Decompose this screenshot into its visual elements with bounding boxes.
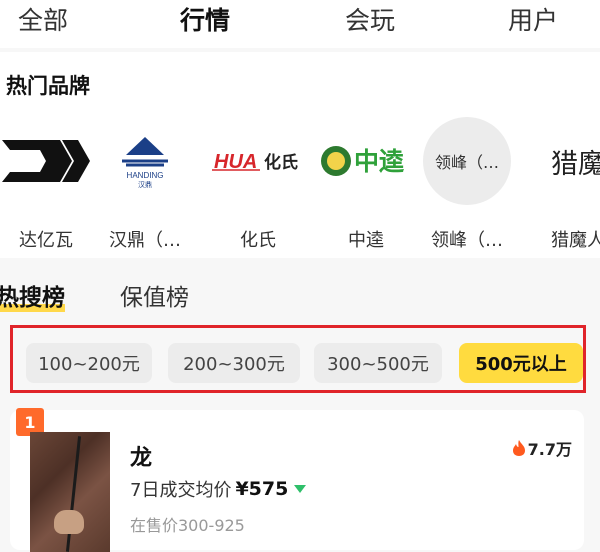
hand-shape	[54, 510, 84, 534]
price-filter-group: 100~200元 200~300元 300~500元 500元以上	[10, 325, 586, 393]
brand-name: 化氏	[240, 230, 276, 251]
tab-value-retention[interactable]: 保值榜	[120, 278, 189, 312]
tab-users[interactable]: 用户	[508, 4, 558, 38]
brand-logo-liemo: 猎魔	[530, 118, 600, 204]
avg-price-value: ¥575	[235, 478, 289, 500]
tab-market[interactable]: 行情	[180, 4, 230, 38]
price-range: 在售价300-925	[130, 516, 245, 535]
product-thumbnail	[30, 432, 110, 552]
tab-play[interactable]: 会玩	[345, 4, 395, 38]
brand-name: 中逵	[348, 230, 384, 251]
product-heat: 7.7万	[512, 436, 572, 460]
brand-item-hua[interactable]: HUA 化氏 化氏	[210, 118, 306, 251]
brand-name: 猎魔人	[551, 230, 600, 251]
brand-name: 汉鼎（…	[109, 230, 181, 251]
top-tab-bar: 全部 行情 会玩 用户	[0, 0, 600, 48]
brand-logo-hua: HUA 化氏	[210, 118, 306, 204]
zhongkui-logo-icon: 中逵	[321, 146, 405, 176]
liemo-logo-text: 猎魔	[551, 148, 600, 180]
brand-item-lingfeng[interactable]: 领峰（… 领峰（…	[419, 117, 515, 251]
brand-name: 领峰（…	[431, 230, 503, 251]
down-arrow-icon	[294, 485, 307, 493]
price-filter-300-500[interactable]: 300~500元	[314, 343, 442, 383]
svg-text:化氏: 化氏	[264, 152, 298, 173]
svg-text:中逵: 中逵	[354, 147, 405, 176]
tab-all[interactable]: 全部	[18, 4, 68, 38]
flame-icon	[512, 440, 525, 456]
product-card[interactable]: 1 龙 7.7万 7日成交均价 ¥575 在售价300-925	[10, 408, 584, 552]
handing-logo-icon: HANDING 汉鼎	[122, 137, 168, 189]
svg-text:汉鼎: 汉鼎	[138, 181, 152, 189]
hot-brands-title: 热门品牌	[6, 74, 90, 98]
brand-item-liemo[interactable]: 猎魔 猎魔人	[530, 118, 600, 252]
avg-price-row: 7日成交均价 ¥575	[130, 476, 307, 502]
ranking-tab-bar: 热搜榜 保值榜	[0, 270, 600, 314]
product-name: 龙	[130, 446, 153, 471]
brand-item-zhongkui[interactable]: 中逵 中逵	[318, 118, 414, 251]
fishing-rod-shape	[65, 436, 82, 552]
brand-logo-lingfeng: 领峰（…	[419, 117, 515, 205]
brand-item-daiwa[interactable]: 达亿瓦	[0, 118, 94, 251]
tab-hot-search[interactable]: 热搜榜	[0, 278, 65, 312]
brand-logo-zhongkui: 中逵	[318, 118, 414, 204]
brand-name: 达亿瓦	[19, 230, 73, 251]
brand-logo-handing: HANDING 汉鼎	[97, 118, 193, 204]
brand-item-handing[interactable]: HANDING 汉鼎 汉鼎（…	[97, 118, 193, 251]
hot-brands-section: 热门品牌 达亿瓦 HANDING 汉鼎 汉鼎（… HUA 化氏 化氏 中逵 中逵…	[0, 52, 600, 258]
avg-price-label: 7日成交均价	[130, 480, 232, 501]
price-filter-500-plus[interactable]: 500元以上	[459, 343, 583, 383]
brand-logo-daiwa	[0, 118, 94, 204]
price-filter-200-300[interactable]: 200~300元	[168, 343, 300, 383]
price-filter-100-200[interactable]: 100~200元	[26, 343, 152, 383]
svg-text:HANDING: HANDING	[127, 171, 164, 180]
hua-logo-icon: HUA 化氏	[212, 151, 298, 173]
brand-logo-placeholder: 领峰（…	[423, 117, 511, 205]
daiwa-logo-icon	[2, 140, 90, 182]
heat-value: 7.7万	[527, 440, 572, 459]
